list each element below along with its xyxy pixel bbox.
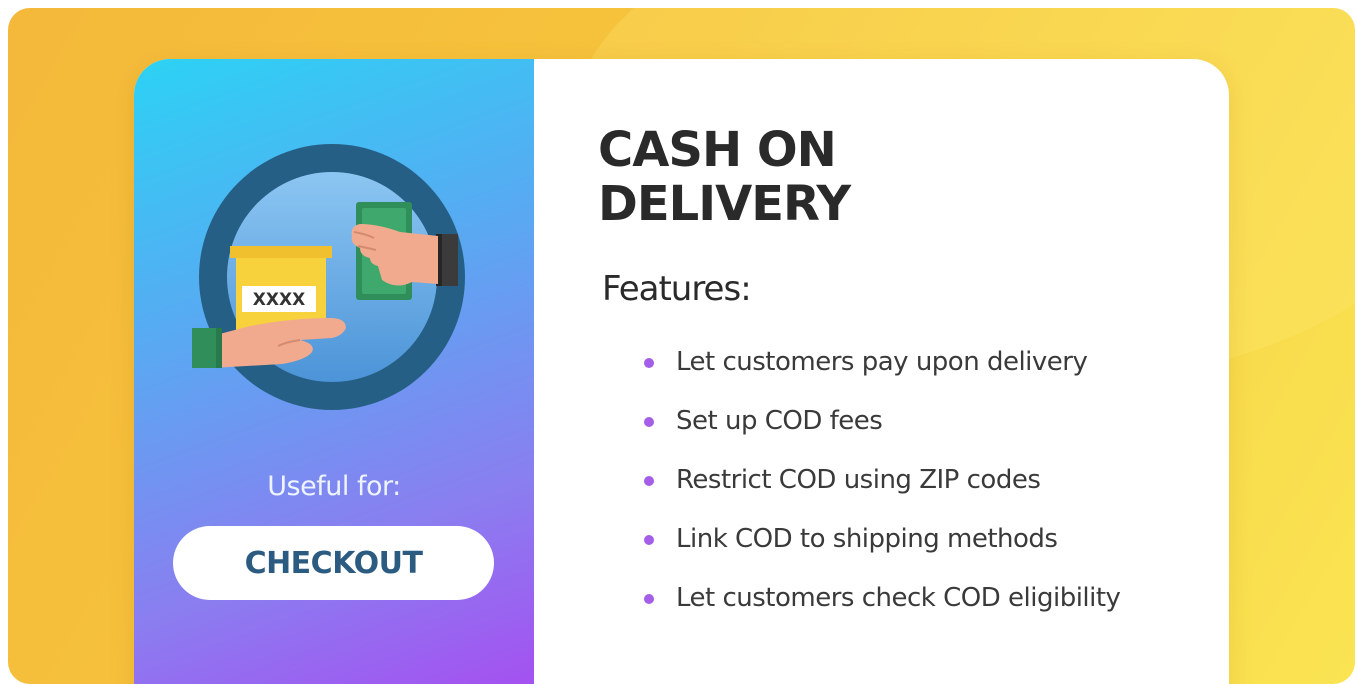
features-heading: Features: <box>602 269 752 309</box>
feature-item: Let customers pay upon delivery <box>636 345 1120 404</box>
feature-item: Let customers check COD eligibility <box>636 581 1121 640</box>
feature-text: Set up COD fees <box>676 406 883 436</box>
left-panel: XXXX Useful for: CHECKOUT <box>134 59 534 684</box>
bullet-icon <box>644 594 654 604</box>
feature-text: Link COD to shipping methods <box>676 524 1058 554</box>
title-line-2: DELIVERY <box>598 176 851 232</box>
page-title: CASH ON DELIVERY <box>598 122 851 232</box>
feature-item: Restrict COD using ZIP codes <box>636 463 1120 522</box>
feature-text: Let customers pay upon delivery <box>676 347 1088 377</box>
feature-text: Restrict COD using ZIP codes <box>676 465 1041 495</box>
background-frame: XXXX Useful for: CHECKOUT CASH ON DELIVE… <box>8 8 1355 684</box>
title-line-1: CASH ON <box>598 122 837 178</box>
cash-exchange-icon: XXXX <box>192 144 465 410</box>
bullet-icon <box>644 358 654 368</box>
bullet-icon <box>644 476 654 486</box>
checkout-button[interactable]: CHECKOUT <box>173 526 494 600</box>
feature-text: Let customers check COD eligibility <box>676 583 1121 613</box>
right-panel: CASH ON DELIVERY Features: Let customers… <box>534 59 1229 684</box>
feature-list: Let customers pay upon delivery Set up C… <box>636 345 1121 640</box>
package-label: XXXX <box>253 290 305 310</box>
feature-item: Set up COD fees <box>636 404 1120 463</box>
bullet-icon <box>644 417 654 427</box>
feature-card: XXXX Useful for: CHECKOUT CASH ON DELIVE… <box>134 59 1229 684</box>
useful-for-label: Useful for: <box>267 471 401 502</box>
feature-item: Link COD to shipping methods <box>636 522 1120 581</box>
bullet-icon <box>644 535 654 545</box>
